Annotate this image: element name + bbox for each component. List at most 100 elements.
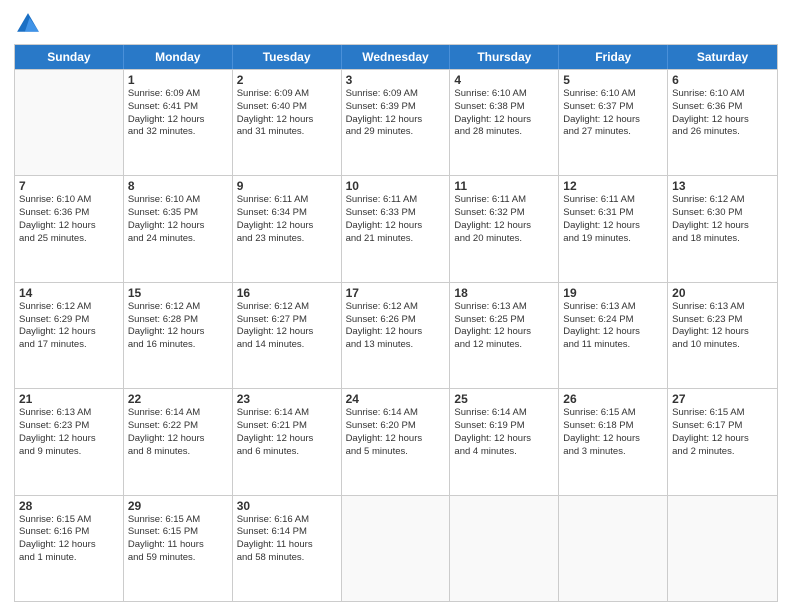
calendar-cell: 28Sunrise: 6:15 AM Sunset: 6:16 PM Dayli… [15,496,124,601]
calendar-cell: 9Sunrise: 6:11 AM Sunset: 6:34 PM Daylig… [233,176,342,281]
calendar-header-cell: Friday [559,45,668,69]
calendar-cell: 6Sunrise: 6:10 AM Sunset: 6:36 PM Daylig… [668,70,777,175]
day-info: Sunrise: 6:10 AM Sunset: 6:36 PM Dayligh… [19,194,119,245]
day-number: 25 [454,392,554,406]
day-info: Sunrise: 6:13 AM Sunset: 6:23 PM Dayligh… [672,301,773,352]
calendar-cell [15,70,124,175]
day-number: 15 [128,286,228,300]
calendar-cell: 10Sunrise: 6:11 AM Sunset: 6:33 PM Dayli… [342,176,451,281]
day-number: 3 [346,73,446,87]
day-info: Sunrise: 6:15 AM Sunset: 6:17 PM Dayligh… [672,407,773,458]
calendar-cell [559,496,668,601]
calendar-cell: 16Sunrise: 6:12 AM Sunset: 6:27 PM Dayli… [233,283,342,388]
calendar-cell: 2Sunrise: 6:09 AM Sunset: 6:40 PM Daylig… [233,70,342,175]
calendar-cell [668,496,777,601]
day-number: 14 [19,286,119,300]
day-info: Sunrise: 6:12 AM Sunset: 6:30 PM Dayligh… [672,194,773,245]
page: SundayMondayTuesdayWednesdayThursdayFrid… [0,0,792,612]
calendar-cell: 7Sunrise: 6:10 AM Sunset: 6:36 PM Daylig… [15,176,124,281]
calendar-cell: 25Sunrise: 6:14 AM Sunset: 6:19 PM Dayli… [450,389,559,494]
calendar: SundayMondayTuesdayWednesdayThursdayFrid… [14,44,778,602]
day-number: 20 [672,286,773,300]
calendar-cell: 24Sunrise: 6:14 AM Sunset: 6:20 PM Dayli… [342,389,451,494]
day-number: 16 [237,286,337,300]
day-number: 9 [237,179,337,193]
day-info: Sunrise: 6:12 AM Sunset: 6:29 PM Dayligh… [19,301,119,352]
day-info: Sunrise: 6:10 AM Sunset: 6:35 PM Dayligh… [128,194,228,245]
day-info: Sunrise: 6:11 AM Sunset: 6:33 PM Dayligh… [346,194,446,245]
day-info: Sunrise: 6:13 AM Sunset: 6:24 PM Dayligh… [563,301,663,352]
day-info: Sunrise: 6:14 AM Sunset: 6:22 PM Dayligh… [128,407,228,458]
logo-icon [14,10,42,38]
day-info: Sunrise: 6:11 AM Sunset: 6:34 PM Dayligh… [237,194,337,245]
day-info: Sunrise: 6:12 AM Sunset: 6:28 PM Dayligh… [128,301,228,352]
calendar-cell: 11Sunrise: 6:11 AM Sunset: 6:32 PM Dayli… [450,176,559,281]
day-info: Sunrise: 6:09 AM Sunset: 6:40 PM Dayligh… [237,88,337,139]
day-number: 12 [563,179,663,193]
day-number: 17 [346,286,446,300]
calendar-header-cell: Monday [124,45,233,69]
calendar-row: 1Sunrise: 6:09 AM Sunset: 6:41 PM Daylig… [15,69,777,175]
calendar-header-cell: Sunday [15,45,124,69]
calendar-cell: 13Sunrise: 6:12 AM Sunset: 6:30 PM Dayli… [668,176,777,281]
day-info: Sunrise: 6:15 AM Sunset: 6:15 PM Dayligh… [128,514,228,565]
calendar-cell: 5Sunrise: 6:10 AM Sunset: 6:37 PM Daylig… [559,70,668,175]
calendar-header: SundayMondayTuesdayWednesdayThursdayFrid… [15,45,777,69]
calendar-header-cell: Thursday [450,45,559,69]
day-info: Sunrise: 6:14 AM Sunset: 6:19 PM Dayligh… [454,407,554,458]
day-info: Sunrise: 6:15 AM Sunset: 6:18 PM Dayligh… [563,407,663,458]
calendar-header-cell: Tuesday [233,45,342,69]
day-number: 8 [128,179,228,193]
day-info: Sunrise: 6:12 AM Sunset: 6:26 PM Dayligh… [346,301,446,352]
day-info: Sunrise: 6:15 AM Sunset: 6:16 PM Dayligh… [19,514,119,565]
day-number: 1 [128,73,228,87]
calendar-row: 14Sunrise: 6:12 AM Sunset: 6:29 PM Dayli… [15,282,777,388]
calendar-cell: 14Sunrise: 6:12 AM Sunset: 6:29 PM Dayli… [15,283,124,388]
day-info: Sunrise: 6:10 AM Sunset: 6:36 PM Dayligh… [672,88,773,139]
day-number: 29 [128,499,228,513]
day-number: 7 [19,179,119,193]
day-info: Sunrise: 6:09 AM Sunset: 6:41 PM Dayligh… [128,88,228,139]
day-info: Sunrise: 6:10 AM Sunset: 6:37 PM Dayligh… [563,88,663,139]
day-number: 24 [346,392,446,406]
day-number: 30 [237,499,337,513]
day-info: Sunrise: 6:10 AM Sunset: 6:38 PM Dayligh… [454,88,554,139]
day-info: Sunrise: 6:14 AM Sunset: 6:21 PM Dayligh… [237,407,337,458]
calendar-cell [450,496,559,601]
calendar-row: 7Sunrise: 6:10 AM Sunset: 6:36 PM Daylig… [15,175,777,281]
logo [14,10,46,38]
day-number: 6 [672,73,773,87]
calendar-cell: 12Sunrise: 6:11 AM Sunset: 6:31 PM Dayli… [559,176,668,281]
day-number: 10 [346,179,446,193]
calendar-cell: 29Sunrise: 6:15 AM Sunset: 6:15 PM Dayli… [124,496,233,601]
day-info: Sunrise: 6:11 AM Sunset: 6:31 PM Dayligh… [563,194,663,245]
header [14,10,778,38]
day-number: 19 [563,286,663,300]
calendar-cell: 17Sunrise: 6:12 AM Sunset: 6:26 PM Dayli… [342,283,451,388]
calendar-cell: 4Sunrise: 6:10 AM Sunset: 6:38 PM Daylig… [450,70,559,175]
calendar-cell [342,496,451,601]
calendar-cell: 26Sunrise: 6:15 AM Sunset: 6:18 PM Dayli… [559,389,668,494]
day-info: Sunrise: 6:16 AM Sunset: 6:14 PM Dayligh… [237,514,337,565]
calendar-cell: 22Sunrise: 6:14 AM Sunset: 6:22 PM Dayli… [124,389,233,494]
calendar-cell: 20Sunrise: 6:13 AM Sunset: 6:23 PM Dayli… [668,283,777,388]
calendar-cell: 8Sunrise: 6:10 AM Sunset: 6:35 PM Daylig… [124,176,233,281]
calendar-body: 1Sunrise: 6:09 AM Sunset: 6:41 PM Daylig… [15,69,777,601]
calendar-row: 28Sunrise: 6:15 AM Sunset: 6:16 PM Dayli… [15,495,777,601]
day-number: 11 [454,179,554,193]
day-number: 5 [563,73,663,87]
calendar-header-cell: Wednesday [342,45,451,69]
calendar-row: 21Sunrise: 6:13 AM Sunset: 6:23 PM Dayli… [15,388,777,494]
day-info: Sunrise: 6:13 AM Sunset: 6:25 PM Dayligh… [454,301,554,352]
day-info: Sunrise: 6:09 AM Sunset: 6:39 PM Dayligh… [346,88,446,139]
day-number: 13 [672,179,773,193]
calendar-cell: 19Sunrise: 6:13 AM Sunset: 6:24 PM Dayli… [559,283,668,388]
day-number: 2 [237,73,337,87]
calendar-cell: 18Sunrise: 6:13 AM Sunset: 6:25 PM Dayli… [450,283,559,388]
calendar-cell: 15Sunrise: 6:12 AM Sunset: 6:28 PM Dayli… [124,283,233,388]
day-number: 21 [19,392,119,406]
calendar-cell: 3Sunrise: 6:09 AM Sunset: 6:39 PM Daylig… [342,70,451,175]
day-number: 18 [454,286,554,300]
day-info: Sunrise: 6:14 AM Sunset: 6:20 PM Dayligh… [346,407,446,458]
day-info: Sunrise: 6:12 AM Sunset: 6:27 PM Dayligh… [237,301,337,352]
